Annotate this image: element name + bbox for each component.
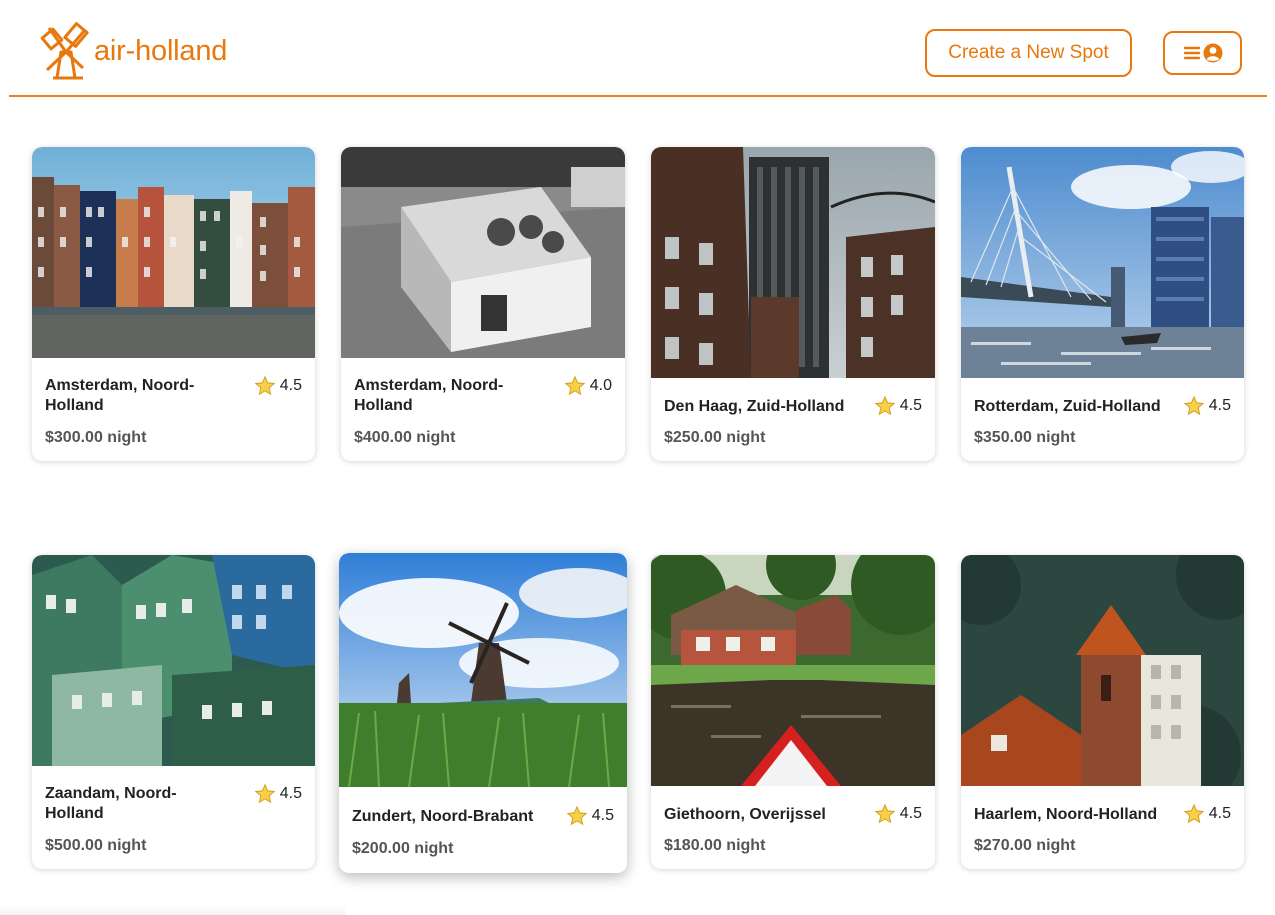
star-icon	[874, 803, 896, 824]
price-unit: night	[107, 429, 147, 446]
spot-price: $500.00 night	[45, 837, 146, 855]
windmill-logo-icon	[40, 22, 89, 80]
rating-value: 4.5	[1208, 805, 1231, 822]
spot-card[interactable]: Giethoorn, Overijssel 4.5 $180.00 night	[651, 555, 935, 869]
price-amount: $200.00	[352, 840, 410, 857]
price-amount: $400.00	[354, 429, 412, 446]
price-unit: night	[416, 429, 456, 446]
price-unit: night	[107, 837, 147, 854]
spot-location: Giethoorn, Overijssel	[664, 806, 826, 823]
price-unit: night	[1036, 429, 1076, 446]
rating-value: 4.5	[279, 377, 302, 394]
spot-location: Den Haag, Zuid-Holland	[664, 398, 845, 415]
spot-price: $180.00 night	[664, 837, 765, 855]
spot-card[interactable]: Den Haag, Zuid-Holland 4.5 $250.00 night	[651, 147, 935, 461]
spot-image-brick-tower	[961, 555, 1244, 786]
logo-text: air-holland	[94, 34, 228, 67]
spot-location: Amsterdam, Noord-Holland	[45, 377, 195, 414]
price-amount: $500.00	[45, 837, 103, 854]
spot-price: $250.00 night	[664, 429, 765, 447]
price-unit: night	[726, 837, 766, 854]
rating-value: 4.5	[1208, 397, 1231, 414]
profile-menu-button[interactable]	[1163, 31, 1242, 75]
spot-rating: 4.5	[874, 395, 922, 417]
star-icon	[566, 805, 588, 826]
rating-value: 4.5	[899, 805, 922, 822]
price-unit: night	[1036, 837, 1076, 854]
rating-value: 4.5	[591, 807, 614, 824]
price-amount: $350.00	[974, 429, 1032, 446]
spot-location: Zaandam, Noord-Holland	[45, 785, 177, 822]
price-amount: $270.00	[974, 837, 1032, 854]
spot-image-houseboat-bw	[341, 147, 625, 358]
spot-rating: 4.5	[566, 805, 614, 827]
spot-card[interactable]: Zundert, Noord-Brabant 4.5 $200.00 night	[339, 553, 627, 873]
spot-card[interactable]: Amsterdam, Noord-Holland 4.5 $300.00 nig…	[32, 147, 315, 461]
spot-card[interactable]: Haarlem, Noord-Holland 4.5 $270.00 night	[961, 555, 1244, 869]
spot-image-windmill-field	[339, 553, 627, 787]
price-unit: night	[726, 429, 766, 446]
spot-image-erasmus-bridge	[961, 147, 1244, 378]
spot-rating: 4.5	[254, 783, 302, 805]
spot-image-canal-houses	[32, 147, 315, 358]
star-icon	[254, 783, 276, 804]
star-icon	[254, 375, 276, 396]
star-icon	[564, 375, 586, 396]
spot-rating: 4.5	[1183, 803, 1231, 825]
rating-value: 4.0	[589, 377, 612, 394]
star-icon	[874, 395, 896, 416]
price-amount: $180.00	[664, 837, 722, 854]
create-spot-button[interactable]: Create a New Spot	[925, 29, 1132, 77]
home-logo-link[interactable]: air-holland	[39, 22, 227, 80]
spot-card[interactable]: Rotterdam, Zuid-Holland 4.5 $350.00 nigh…	[961, 147, 1244, 461]
price-unit: night	[414, 840, 454, 857]
user-circle-icon	[1203, 43, 1222, 63]
spot-image-stacked-green-houses	[32, 555, 315, 766]
spot-price: $400.00 night	[354, 429, 455, 447]
spot-price: $300.00 night	[45, 429, 146, 447]
spot-price: $200.00 night	[352, 840, 453, 858]
star-icon	[1183, 395, 1205, 416]
spot-location: Rotterdam, Zuid-Holland	[974, 398, 1161, 415]
spot-image-canal-boat	[651, 555, 935, 786]
hamburger-icon	[1183, 46, 1200, 60]
spot-image-city-towers	[651, 147, 935, 378]
top-nav: air-holland Create a New Spot	[9, 0, 1267, 97]
price-amount: $250.00	[664, 429, 722, 446]
spot-card[interactable]: Amsterdam, Noord-Holland 4.0 $400.00 nig…	[341, 147, 625, 461]
spot-location: Zundert, Noord-Brabant	[352, 808, 534, 825]
spot-price: $350.00 night	[974, 429, 1075, 447]
spot-rating: 4.5	[874, 803, 922, 825]
spot-location: Haarlem, Noord-Holland	[974, 806, 1158, 823]
spot-rating: 4.5	[1183, 395, 1231, 417]
rating-value: 4.5	[899, 397, 922, 414]
price-amount: $300.00	[45, 429, 103, 446]
spot-price: $270.00 night	[974, 837, 1075, 855]
rating-value: 4.5	[279, 785, 302, 802]
spot-location: Amsterdam, Noord-Holland	[354, 377, 504, 414]
spot-rating: 4.0	[564, 375, 612, 397]
spot-card[interactable]: Zaandam, Noord-Holland 4.5 $500.00 night	[32, 555, 315, 869]
star-icon	[1183, 803, 1205, 824]
spot-rating: 4.5	[254, 375, 302, 397]
bottom-fade	[0, 905, 345, 915]
